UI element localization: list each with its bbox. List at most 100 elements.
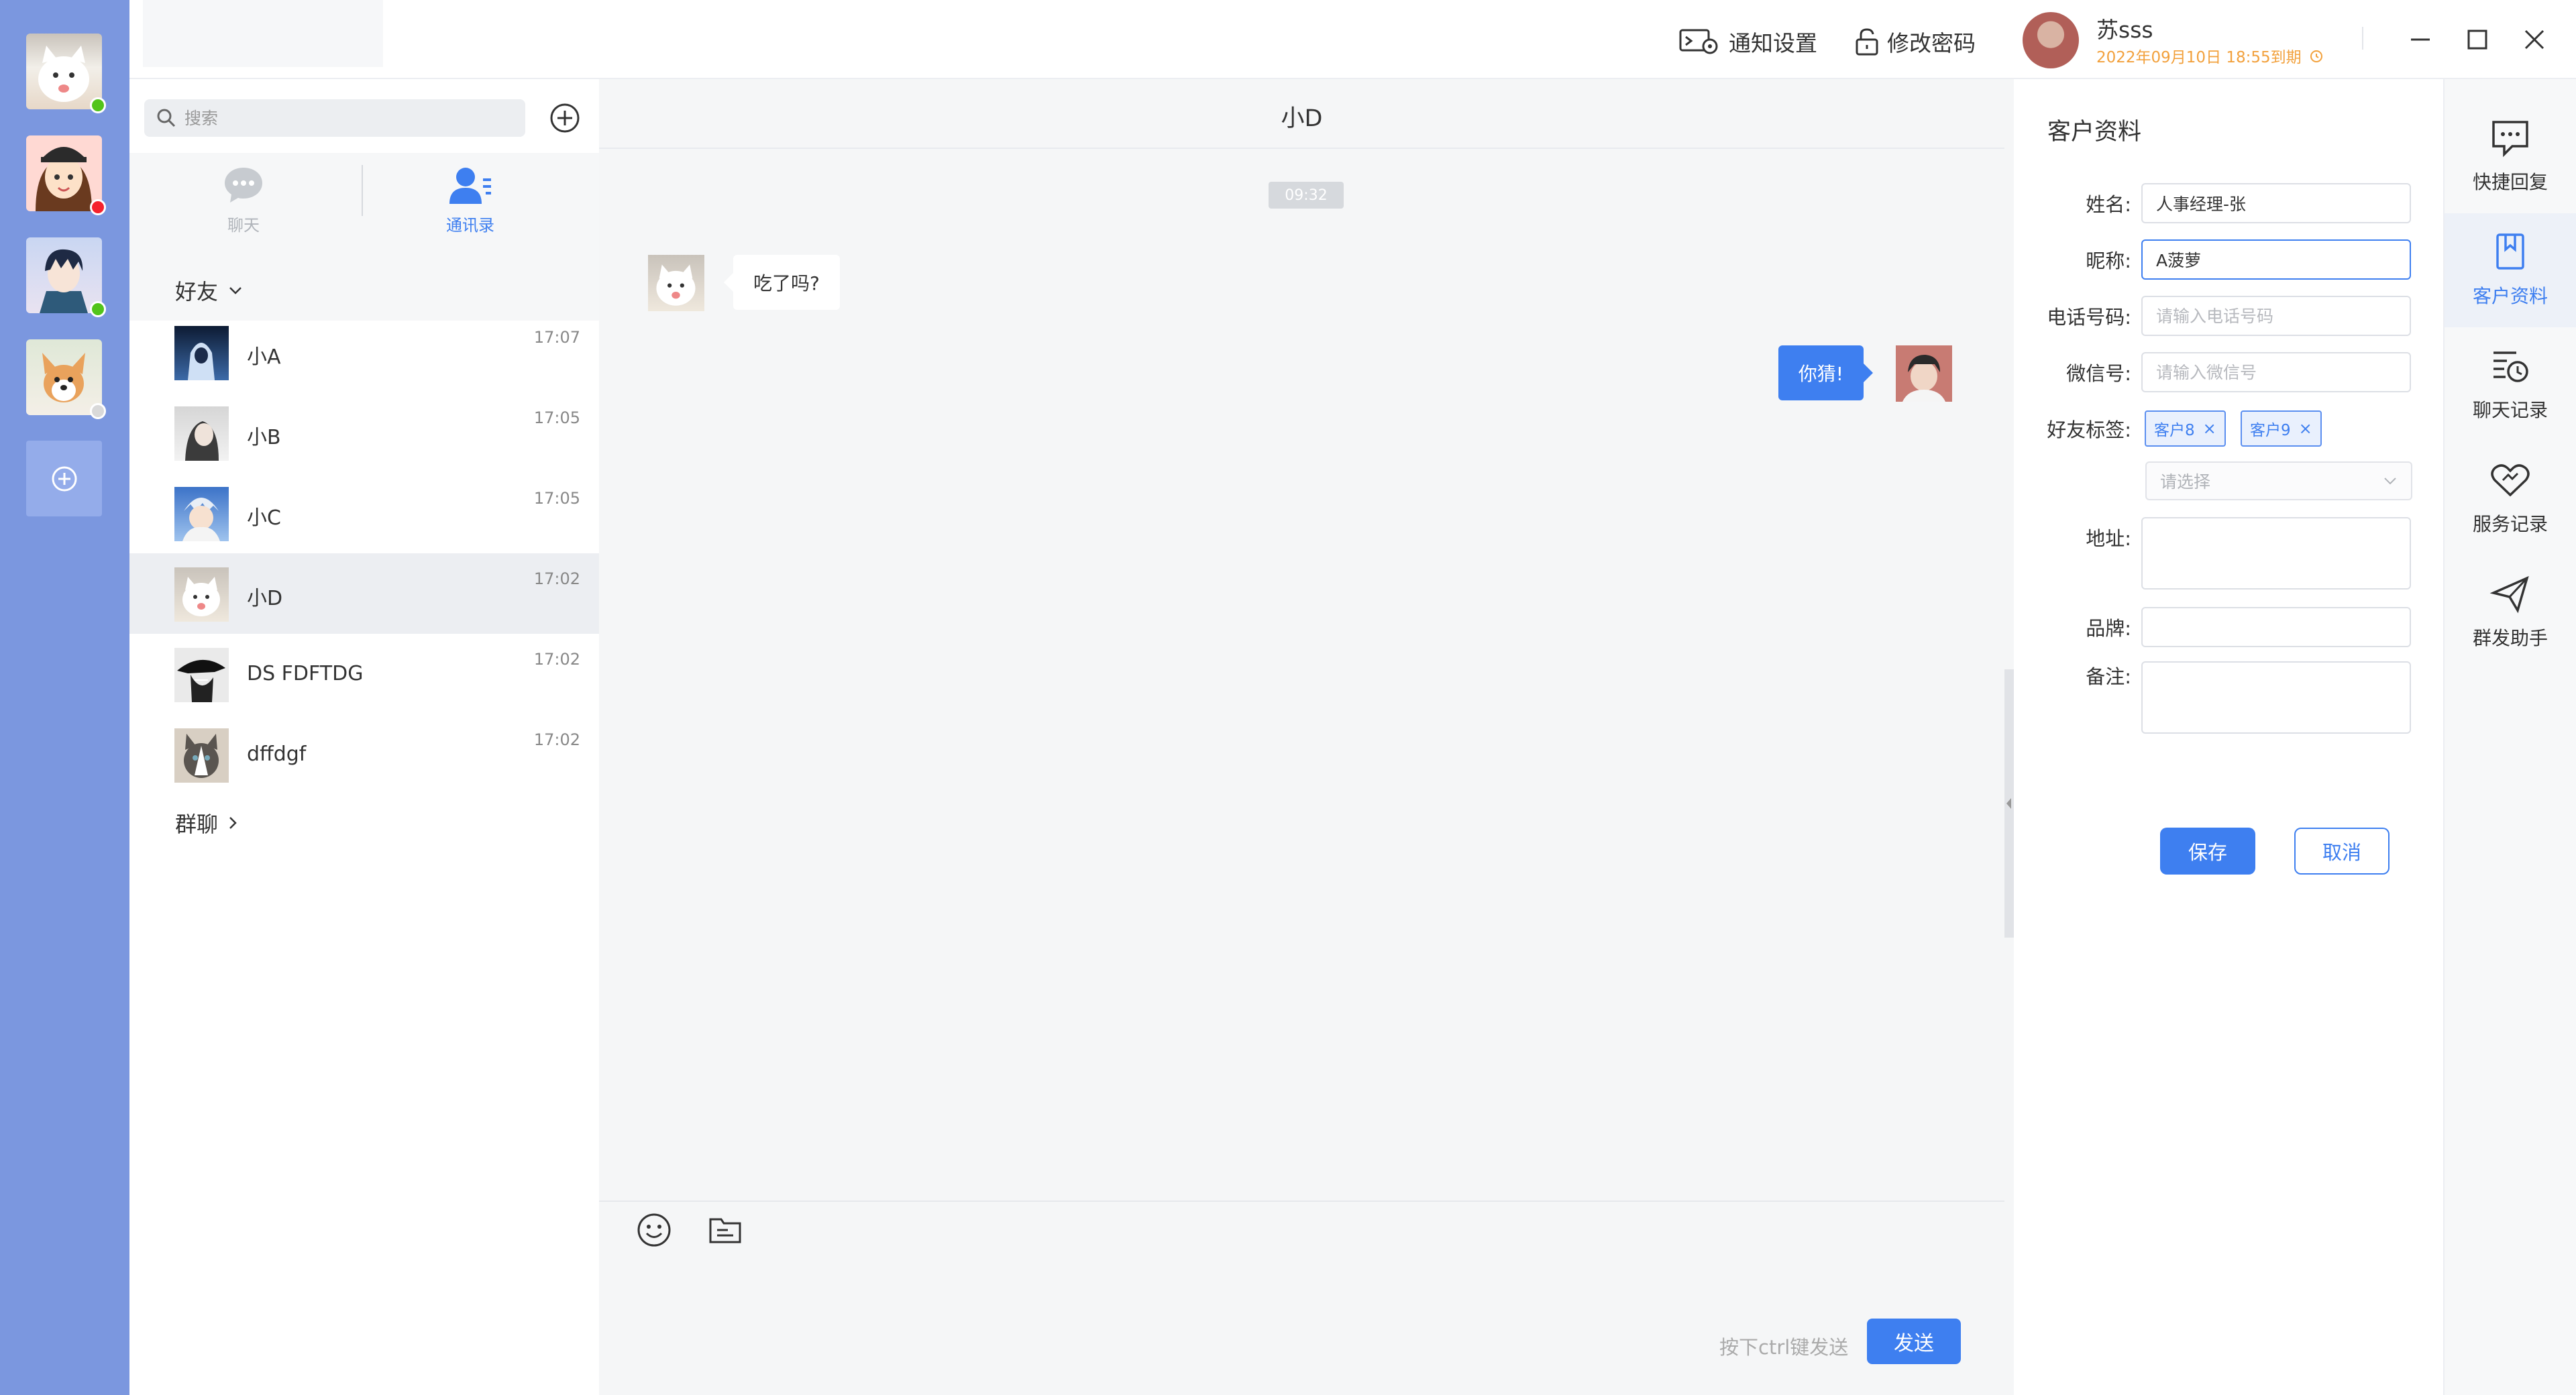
emoji-icon — [637, 1213, 671, 1247]
emoji-button[interactable] — [635, 1211, 673, 1249]
brand-input[interactable] — [2141, 607, 2411, 647]
account-avatar-1[interactable] — [26, 34, 106, 113]
tag-label: 客户9 — [2250, 422, 2291, 439]
minimize-button[interactable] — [2405, 24, 2436, 55]
contact-row-selected[interactable]: 小D 17:02 — [129, 553, 599, 634]
phone-input[interactable] — [2141, 296, 2411, 336]
tab-divider — [362, 165, 363, 216]
customer-profile-icon — [2496, 233, 2524, 270]
contact-name: 小B — [247, 426, 281, 449]
tag-label: 客户8 — [2154, 422, 2195, 439]
top-bar: 通知设置 修改密码 苏sss 2022年09月10日 18:55到期 — [129, 0, 2576, 79]
wechat-input[interactable] — [2141, 352, 2411, 392]
profile-title: 客户资料 — [2047, 119, 2142, 146]
notify-settings-button[interactable]: 通知设置 — [1679, 25, 1817, 58]
search-input[interactable] — [184, 108, 506, 128]
remove-tag-icon[interactable]: × — [2299, 419, 2312, 438]
tool-service-record[interactable]: 服务记录 — [2445, 441, 2576, 555]
tag-chip: 客户9 × — [2241, 410, 2322, 447]
tab-contacts-label: 通讯录 — [446, 216, 494, 235]
remove-tag-icon[interactable]: × — [2203, 419, 2216, 438]
account-avatar-3[interactable] — [26, 237, 106, 317]
outgoing-message[interactable]: 你猜! — [1778, 345, 1874, 400]
my-avatar[interactable] — [1896, 345, 1952, 402]
add-account-button[interactable] — [26, 441, 102, 516]
contact-time: 17:07 — [533, 328, 580, 347]
save-button[interactable]: 保存 — [2160, 828, 2255, 875]
user-name: 苏sss — [2096, 17, 2153, 43]
caret-left-icon — [2006, 798, 2011, 809]
contact-avatar — [174, 728, 229, 783]
maximize-button[interactable] — [2462, 24, 2493, 55]
wechat-label: 微信号: — [2066, 362, 2131, 385]
expire-text: 2022年09月10日 18:55到期 — [2096, 49, 2302, 66]
contact-time: 17:02 — [533, 730, 580, 749]
busy-status-dot — [90, 199, 106, 215]
chat-history-icon — [2493, 351, 2528, 382]
search-box — [144, 99, 525, 137]
account-rail — [0, 0, 129, 1395]
sender-avatar[interactable] — [648, 255, 704, 311]
contact-row[interactable]: 小C 17:05 — [129, 473, 599, 553]
search-icon — [157, 109, 176, 127]
friends-group-header[interactable]: 好友 — [175, 275, 244, 306]
contact-time: 17:02 — [533, 650, 580, 669]
tag-select[interactable]: 请选择 — [2145, 461, 2412, 500]
group-chats-header[interactable]: 群聊 — [175, 807, 238, 838]
minimize-icon — [2411, 38, 2430, 41]
tab-chat-label: 聊天 — [227, 216, 260, 235]
chevron-right-icon — [229, 817, 237, 829]
contact-row[interactable]: 小A 17:07 — [129, 312, 599, 392]
chat-bubble-icon — [225, 168, 262, 203]
nickname-label: 昵称: — [2086, 249, 2131, 272]
tab-chat[interactable]: 聊天 — [197, 165, 290, 239]
send-button[interactable]: 发送 — [1867, 1319, 1961, 1364]
tab-contacts[interactable]: 通讯录 — [423, 165, 517, 239]
contact-row[interactable]: 小B 17:05 — [129, 392, 599, 473]
tool-customer-profile[interactable]: 客户资料 — [2445, 213, 2576, 327]
maximize-icon — [2467, 30, 2487, 50]
chevron-down-icon — [2384, 478, 2396, 485]
contacts-icon — [449, 168, 491, 204]
name-input[interactable] — [2141, 183, 2411, 223]
contact-row[interactable]: DS FDFTDG 17:02 — [129, 634, 599, 714]
panel-resize-handle[interactable] — [2004, 669, 2014, 938]
plus-icon — [52, 466, 76, 491]
offline-status-dot — [90, 403, 106, 419]
notify-settings-label: 通知设置 — [1729, 30, 1817, 56]
chevron-down-icon — [229, 287, 241, 294]
change-password-button[interactable]: 修改密码 — [1855, 25, 1976, 58]
add-contact-button[interactable] — [548, 101, 582, 135]
chat-header: 小D — [599, 79, 2004, 149]
tool-rail: 快捷回复 客户资料 聊天记录 服务记录 群发助手 — [2443, 79, 2576, 1395]
tool-chat-history[interactable]: 聊天记录 — [2445, 327, 2576, 441]
tool-label: 服务记录 — [2472, 513, 2548, 535]
contact-name: 小D — [247, 587, 283, 610]
contact-avatar — [174, 648, 229, 702]
contact-row[interactable]: dffdgf 17:02 — [129, 714, 599, 795]
account-avatar-2[interactable] — [26, 135, 106, 215]
chat-title: 小D — [1281, 105, 1323, 132]
tool-broadcast[interactable]: 群发助手 — [2445, 555, 2576, 669]
account-avatar-4[interactable] — [26, 339, 106, 419]
contact-avatar — [174, 487, 229, 541]
quick-reply-icon — [2492, 121, 2528, 158]
folder-icon — [709, 1218, 741, 1243]
contact-avatar — [174, 406, 229, 461]
address-input[interactable] — [2141, 517, 2411, 590]
brand-label: 品牌: — [2086, 617, 2131, 640]
nickname-input[interactable] — [2141, 239, 2411, 280]
user-avatar[interactable] — [2023, 12, 2079, 68]
file-button[interactable] — [706, 1211, 744, 1249]
note-input[interactable] — [2141, 661, 2411, 734]
customer-profile-panel: 客户资料 姓名: 昵称: 电话号码: 微信号: 好友标签: 客户8 × 客户9 … — [2014, 79, 2443, 1395]
change-password-label: 修改密码 — [1887, 30, 1976, 56]
close-button[interactable] — [2519, 24, 2550, 55]
tool-quick-reply[interactable]: 快捷回复 — [2445, 99, 2576, 213]
cancel-button[interactable]: 取消 — [2294, 828, 2390, 875]
incoming-message[interactable]: 吃了吗? — [724, 255, 840, 310]
tool-label: 客户资料 — [2472, 285, 2548, 307]
phone-label: 电话号码: — [2047, 306, 2131, 329]
contact-name: 小A — [247, 345, 281, 369]
tags-label: 好友标签: — [2047, 418, 2131, 441]
